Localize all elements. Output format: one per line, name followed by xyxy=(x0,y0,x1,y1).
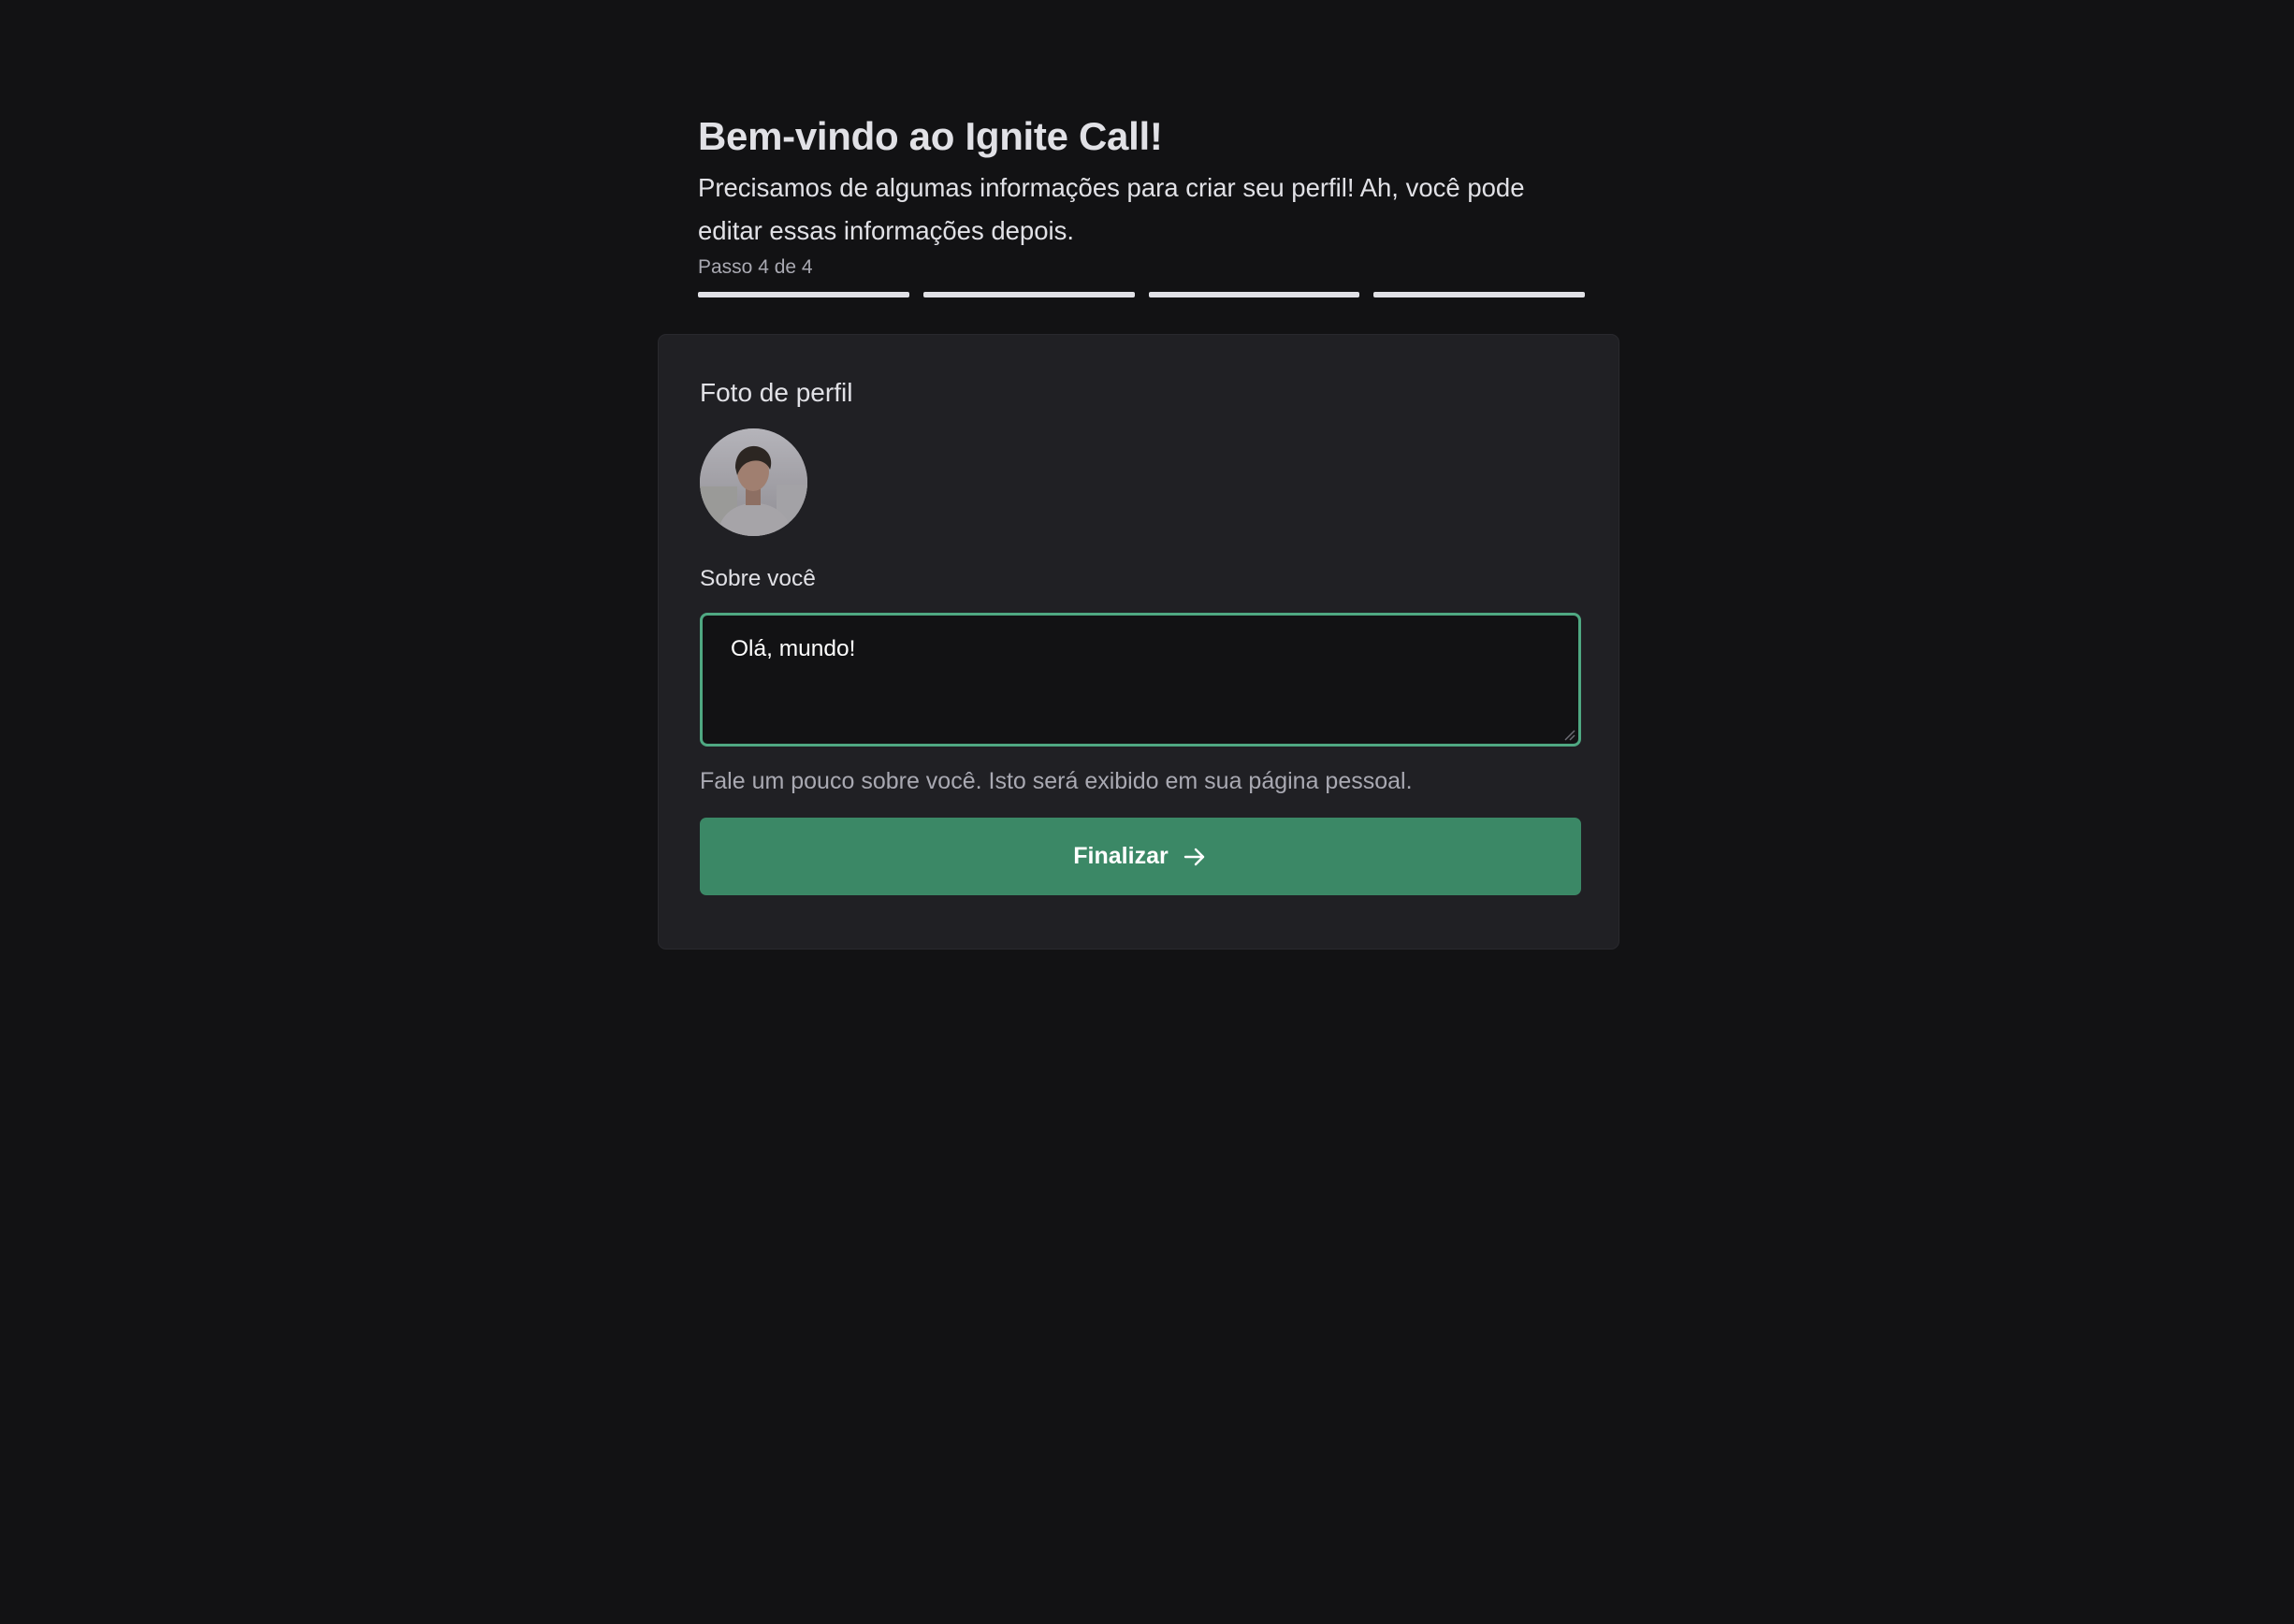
register-header: Bem-vindo ao Ignite Call! Precisamos de … xyxy=(698,110,1585,297)
about-hint: Fale um pouco sobre você. Isto será exib… xyxy=(700,768,1413,794)
multi-step-progress xyxy=(698,292,1585,297)
step-bar-2 xyxy=(922,292,1135,297)
profile-form-card: Foto de perfil Sobre você Olá, mundo! Fa… xyxy=(658,334,1619,950)
finish-button[interactable]: Finalizar xyxy=(700,818,1581,895)
step-bar-1 xyxy=(698,292,909,297)
avatar xyxy=(700,428,807,536)
arrow-right-icon xyxy=(1183,848,1204,865)
photo-label: Foto de perfil xyxy=(700,378,853,407)
step-label: Passo 4 de 4 xyxy=(698,256,813,278)
resize-handle-icon[interactable] xyxy=(1562,728,1575,741)
step-bar-3 xyxy=(1148,292,1360,297)
page-title: Bem-vindo ao Ignite Call! xyxy=(698,114,1163,158)
about-textarea-value: Olá, mundo! xyxy=(731,636,856,661)
about-textarea[interactable]: Olá, mundo! xyxy=(700,613,1581,747)
step-bar-4 xyxy=(1373,292,1585,297)
finish-button-label: Finalizar xyxy=(1073,843,1169,869)
page-subtitle: Precisamos de algumas informações para c… xyxy=(698,173,1525,245)
about-label: Sobre você xyxy=(700,566,816,591)
profile-photo-icon xyxy=(700,428,807,536)
